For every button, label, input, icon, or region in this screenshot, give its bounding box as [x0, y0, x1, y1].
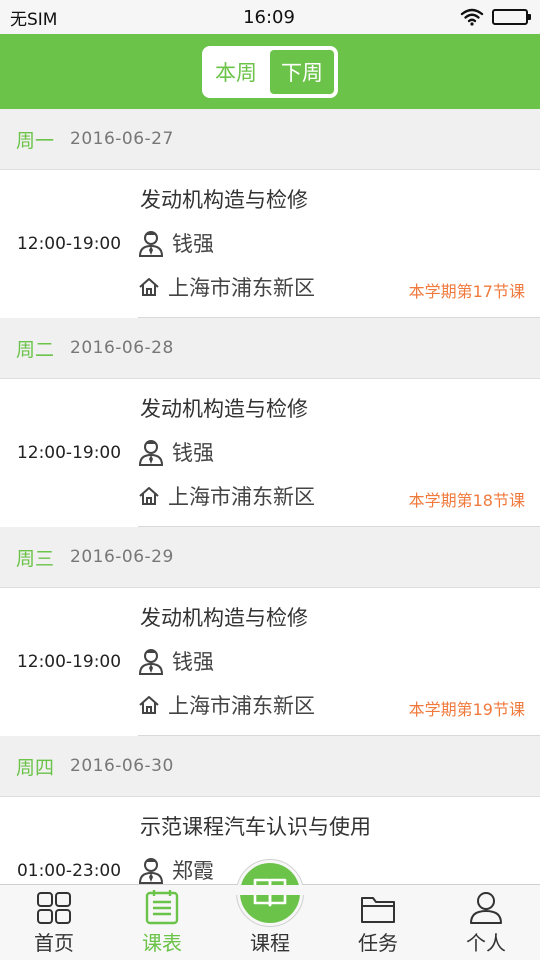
tab-schedule[interactable]: 课表: [108, 885, 216, 960]
status-icons: [408, 8, 531, 26]
teacher-icon: [138, 440, 164, 466]
course-entry[interactable]: 12:00-19:00 发动机构造与检修 钱强 上海市浦东新区: [0, 379, 540, 527]
course-entry[interactable]: 12:00-19:00 发动机构造与检修 钱强 上海市浦东新区: [0, 170, 540, 318]
day-date: 2016-06-30: [70, 756, 174, 776]
course-title: 发动机构造与检修: [140, 397, 308, 421]
course-teacher: 钱强: [138, 437, 214, 467]
home-icon: [139, 278, 159, 296]
teacher-icon: [138, 231, 164, 257]
day-header: 周四 2016-06-30: [0, 736, 540, 797]
day-weekday: 周二: [16, 338, 55, 361]
status-bar: 无SIM 16:09: [0, 0, 540, 34]
lesson-count: 本学期第19节课: [408, 700, 525, 719]
teacher-name: 钱强: [172, 441, 214, 465]
schedule-list[interactable]: 周一 2016-06-27 12:00-19:00 发动机构造与检修 钱强 上海…: [0, 109, 540, 884]
course-time: 12:00-19:00: [16, 234, 122, 254]
course-teacher: 郑霞: [138, 855, 214, 884]
day-header: 周一 2016-06-27: [0, 109, 540, 170]
battery-icon: [492, 9, 531, 25]
home-icon: [139, 487, 159, 505]
course-time: 12:00-19:00: [16, 443, 122, 463]
course-time: 01:00-23:00: [16, 861, 122, 881]
tab-label: 课表: [142, 931, 182, 955]
week-toggle: 本周 下周: [202, 45, 338, 98]
teacher-name: 钱强: [172, 232, 214, 256]
day-weekday: 周四: [16, 756, 55, 779]
course-location: 上海市浦东新区: [138, 690, 315, 720]
teacher-name: 钱强: [172, 650, 214, 674]
course-teacher: 钱强: [138, 646, 214, 676]
tab-home[interactable]: 首页: [0, 885, 108, 960]
day-header: 周三 2016-06-29: [0, 527, 540, 588]
schedule-icon: [145, 890, 179, 925]
carrier-label: 无SIM: [10, 9, 58, 30]
course-location: 上海市浦东新区: [138, 272, 315, 302]
this-week-button[interactable]: 本周: [204, 47, 268, 96]
location-text: 上海市浦东新区: [168, 276, 315, 300]
course-teacher: 钱强: [138, 228, 214, 258]
status-time: 16:09: [243, 6, 295, 28]
tab-bar: 首页 课表 课程 任务 个人: [0, 859, 540, 960]
tab-label: 首页: [34, 931, 74, 955]
day-header: 周二 2016-06-28: [0, 318, 540, 379]
location-text: 上海市浦东新区: [168, 694, 315, 718]
tab-tasks[interactable]: 任务: [324, 885, 432, 960]
day-date: 2016-06-28: [70, 338, 174, 358]
folder-icon: [361, 897, 395, 923]
tab-profile[interactable]: 个人: [432, 885, 540, 960]
teacher-icon: [138, 858, 164, 884]
grid-icon: [37, 892, 71, 924]
course-time: 12:00-19:00: [16, 652, 122, 672]
course-title: 发动机构造与检修: [140, 606, 308, 630]
day-date: 2016-06-29: [70, 547, 174, 567]
lesson-count: 本学期第18节课: [408, 491, 525, 510]
lesson-count: 本学期第17节课: [408, 282, 525, 301]
day-weekday: 周三: [16, 547, 55, 570]
person-icon: [470, 892, 502, 924]
course-title: 示范课程汽车认识与使用: [140, 815, 371, 839]
course-entry[interactable]: 12:00-19:00 发动机构造与检修 钱强 上海市浦东新区: [0, 588, 540, 736]
course-location: 上海市浦东新区: [138, 481, 315, 511]
day-weekday: 周一: [16, 129, 55, 152]
wifi-icon: [460, 8, 484, 26]
day-date: 2016-06-27: [70, 129, 174, 149]
next-week-button[interactable]: 下周: [270, 49, 334, 94]
tab-courses[interactable]: 课程: [216, 859, 324, 960]
tab-label: 任务: [358, 931, 398, 955]
teacher-name: 郑霞: [172, 859, 214, 883]
tab-label: 课程: [250, 931, 290, 955]
teacher-icon: [138, 649, 164, 675]
location-text: 上海市浦东新区: [168, 485, 315, 509]
tab-label: 个人: [466, 931, 506, 955]
home-icon: [139, 696, 159, 714]
course-title: 发动机构造与检修: [140, 188, 308, 212]
header-bar: 本周 下周: [0, 34, 540, 109]
